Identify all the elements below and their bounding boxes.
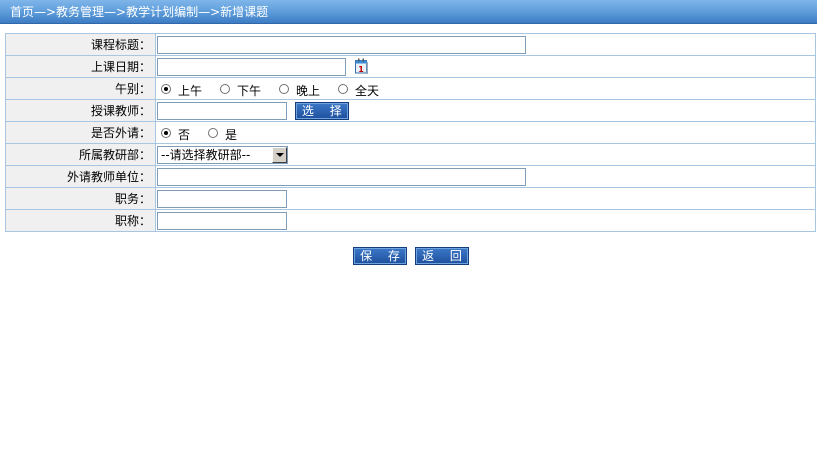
form-actions: 保 存 返 回 xyxy=(0,247,817,265)
svg-text:1: 1 xyxy=(358,65,364,74)
class-date-label: 上课日期： xyxy=(5,55,156,78)
calendar-icon[interactable]: 1 xyxy=(354,58,368,74)
external-option-no: 否 xyxy=(178,128,191,142)
session-option-allday: 全天 xyxy=(355,84,380,98)
form-row-title: 职称： xyxy=(5,209,816,232)
external-radio-group: 否 是 xyxy=(157,124,251,142)
course-form: 课程标题： 上课日期： 1 午别： 上午 下午 晚上 全天 授课教师： 选 择 … xyxy=(5,33,816,232)
course-title-input[interactable] xyxy=(157,35,526,54)
session-option-morning: 上午 xyxy=(178,84,203,98)
form-row-course-title: 课程标题： xyxy=(5,33,816,56)
external-unit-label: 外请教师单位： xyxy=(5,165,156,188)
session-option-evening: 晚上 xyxy=(296,84,321,98)
position-label: 职务： xyxy=(5,187,156,210)
breadcrumb: 首页—>教务管理—>教学计划编制—>新增课题 xyxy=(0,0,817,24)
form-row-department: 所属教研部： --请选择教研部-- xyxy=(5,143,816,166)
session-radio-allday[interactable] xyxy=(338,83,349,94)
title-label: 职称： xyxy=(5,209,156,232)
external-label: 是否外请： xyxy=(5,121,156,144)
title-input[interactable] xyxy=(157,211,287,230)
form-row-teacher: 授课教师： 选 择 xyxy=(5,99,816,122)
select-teacher-button[interactable]: 选 择 xyxy=(294,101,349,120)
teacher-label: 授课教师： xyxy=(5,99,156,122)
external-radio-no[interactable] xyxy=(161,127,171,138)
external-radio-yes[interactable] xyxy=(208,127,219,138)
department-label: 所属教研部： xyxy=(5,143,156,166)
external-unit-input[interactable] xyxy=(157,167,526,186)
form-row-session: 午别： 上午 下午 晚上 全天 xyxy=(5,77,816,100)
course-title-label: 课程标题： xyxy=(5,33,156,56)
session-label: 午别： xyxy=(5,77,156,100)
breadcrumb-text: 首页—>教务管理—>教学计划编制—>新增课题 xyxy=(10,5,269,19)
chevron-down-icon[interactable] xyxy=(272,146,287,163)
save-button[interactable]: 保 存 xyxy=(353,247,407,265)
form-row-position: 职务： xyxy=(5,187,816,210)
session-radio-evening[interactable] xyxy=(279,83,290,94)
teacher-input[interactable] xyxy=(157,101,287,120)
class-date-input[interactable] xyxy=(157,57,346,76)
back-button[interactable]: 返 回 xyxy=(415,247,469,265)
form-row-external-unit: 外请教师单位： xyxy=(5,165,816,188)
session-radio-group: 上午 下午 晚上 全天 xyxy=(157,80,393,98)
form-row-class-date: 上课日期： 1 xyxy=(5,55,816,78)
session-radio-afternoon[interactable] xyxy=(220,83,231,94)
form-row-external: 是否外请： 否 是 xyxy=(5,121,816,144)
session-radio-morning[interactable] xyxy=(161,83,171,94)
position-input[interactable] xyxy=(157,189,287,208)
department-select-value: --请选择教研部-- xyxy=(161,148,251,162)
session-option-afternoon: 下午 xyxy=(237,84,262,98)
department-select[interactable]: --请选择教研部-- xyxy=(157,145,288,164)
external-option-yes: 是 xyxy=(225,128,238,142)
